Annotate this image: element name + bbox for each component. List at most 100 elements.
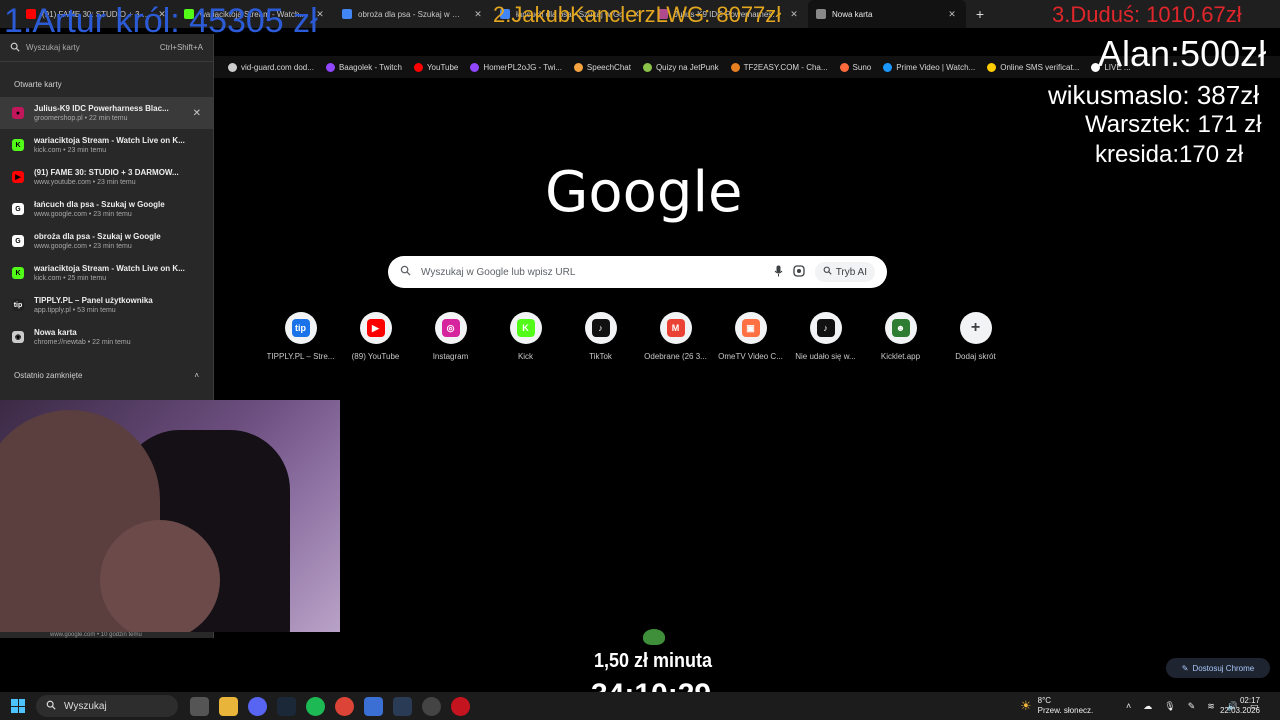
tab-search-item[interactable]: tip TIPPLY.PL – Panel użytkownika app.tipp… [0,289,213,321]
settings-icon[interactable] [422,696,441,716]
bookmark-favicon-icon [228,62,237,72]
tab-search-item[interactable]: ● Julius-K9 IDC Powerharness Blac... groom… [0,97,213,129]
pen-icon[interactable]: ✎ [1188,701,1196,712]
sun-icon: ☀ [1020,698,1032,713]
tab-search-item-title: Nowa karta [34,328,77,337]
shortcut-tile[interactable]: M Odebrane (26 3... [638,312,713,361]
bookmark[interactable]: HomerPL2oJG - Twi... [470,62,562,72]
tab-title: Nowa karta [832,9,873,19]
shortcut-tile[interactable]: + Dodaj skrót [938,312,1013,361]
google-lens-icon[interactable] [793,264,805,280]
tab-search-item-meta: groomershop.pl • 22 min temu [34,115,128,122]
shortcut-label: Dodaj skrót [955,352,996,361]
browser-tab[interactable]: obroża dla psa - Szukaj w Goog ✕ [334,0,492,28]
tab-search-item-text: Nowa karta chrome://newtab • 22 min temu [34,328,201,346]
file-explorer-icon[interactable] [219,696,238,716]
bookmark[interactable]: Baagolek - Twitch [325,62,402,72]
steam-icon[interactable] [277,696,296,716]
close-icon[interactable]: ✕ [946,9,958,20]
shortcut-tile[interactable]: ▣ OmeTV Video C... [713,312,788,361]
tab-search-item[interactable]: Głańcuch dla psa - Szukaj w Google www.go… [0,193,213,225]
bookmark-label: YouTube [426,62,459,72]
shortcut-tile[interactable]: ♪ Nie udało się w... [788,312,863,361]
tab-search-item[interactable]: Kwariaciktoja Stream - Watch Live on K..… [0,129,213,161]
shortcut-tile[interactable]: ◎ Instagram [413,312,488,361]
microphone-icon[interactable]: 🎙 [1164,701,1175,712]
customize-chrome-button[interactable]: ✎ Dostosuj Chrome [1166,658,1270,678]
frog-emote-icon [643,629,665,645]
wifi-icon[interactable]: ≋ [1207,701,1215,712]
bookmark[interactable]: TF2EASY.COM - Cha... [730,62,828,72]
chrome-icon[interactable] [335,696,354,716]
shortcut-icon: M [666,319,685,337]
shortcut-tile[interactable]: ▶ (89) YouTube [338,312,413,361]
shortcut-tile[interactable]: tip TIPPLY.PL – Stre... [263,312,338,361]
spotify-icon[interactable] [306,696,325,716]
webcam-feed [0,400,340,632]
tab-search-item[interactable]: ▶ (91) FAME 30: STUDIO + 3 DARMOW... www.y… [0,161,213,193]
bookmark[interactable]: Quizy na JetPunk [642,62,719,72]
pencil-icon: ✎ [1181,663,1189,673]
clock-time: 02:17 [1239,696,1260,705]
shortcut-icon: ▶ [366,319,385,337]
shortcut-icon: ▣ [741,319,760,337]
tab-search-item-title: (91) FAME 30: STUDIO + 3 DARMOW... [34,168,179,177]
browser-tab[interactable]: Nowa karta ✕ [808,0,966,28]
bookmark-favicon-icon [987,62,997,72]
microphone-icon[interactable] [774,265,783,280]
windows-logo-icon [11,699,25,713]
bookmark-favicon-icon [413,62,423,72]
close-icon[interactable]: ✕ [193,108,201,119]
clock[interactable]: 02:17 22.03.2026 [1220,696,1260,716]
taskbar-search-label: Wyszukaj [64,700,107,712]
tab-search-item[interactable]: Kwariaciktoja Stream - Watch Live on K..… [0,257,213,289]
bookmark[interactable]: Suno [839,62,871,72]
app-icon[interactable] [364,696,383,716]
chevron-up-icon[interactable]: ˄ [1126,701,1131,711]
close-icon[interactable]: ✕ [472,9,484,20]
close-icon[interactable]: ✕ [788,9,800,20]
google-search-box[interactable]: Wyszukaj w Google lub wpisz URL Tryb AI [388,256,887,288]
bookmark[interactable]: Online SMS verificat... [987,62,1080,72]
tab-search-placeholder[interactable]: Wyszukaj karty [26,43,80,52]
overlay-top-donor-1: 1.Artur król: 45305 zł [4,2,318,40]
opera-icon[interactable] [451,696,470,716]
recently-closed-heading[interactable]: Ostatnio zamknięte ˄ [0,353,213,388]
bookmark-favicon-icon [642,62,652,72]
search-placeholder[interactable]: Wyszukaj w Google lub wpisz URL [421,267,764,278]
weather-temp: 8°C [1037,696,1052,705]
tab-search-item-meta: kick.com • 23 min temu [34,147,107,154]
taskbar-search[interactable]: Wyszukaj [36,695,178,717]
chevron-up-icon[interactable]: ˄ [194,371,199,380]
bookmark-label: Quizy na JetPunk [655,62,719,72]
discord-icon[interactable] [248,696,267,716]
weather-widget[interactable]: ☀ 8°C Przew. słonecz. [1020,692,1093,720]
shortcut-icon-circle: M [659,312,692,344]
bookmark[interactable]: YouTube [413,62,459,72]
weather-desc: Przew. słonecz. [1037,706,1094,715]
tab-search-item[interactable]: ◉ Nowa karta chrome://newtab • 22 min temu [0,321,213,353]
tab-search-item-text: Julius-K9 IDC Powerharness Blac... groome… [34,104,183,122]
overlay-donation-1: Alan:500zł [1098,33,1267,74]
cloud-icon[interactable]: ☁ [1143,701,1152,712]
open-tabs-label: Otwarte karty [14,80,62,89]
bookmark-label: TF2EASY.COM - Cha... [743,62,828,72]
ai-mode-label: Tryb AI [835,266,867,278]
screen: (91) FAME 30: STUDIO + 3 DA... ✕ wariacikt… [0,0,1280,720]
tab-search-item-text: łańcuch dla psa - Szukaj w Google www.goo… [34,200,201,218]
bookmark-favicon-icon [883,62,893,72]
ai-mode-button[interactable]: Tryb AI [814,262,875,282]
shortcut-icon-circle: ▶ [359,312,392,344]
task-view-icon[interactable] [190,696,209,716]
start-button[interactable] [0,692,36,720]
shortcut-tile[interactable]: ☻ Kicklet.app [863,312,938,361]
bookmark-label: Online SMS verificat... [1000,62,1080,72]
bookmark[interactable]: vid-guard.com dod... [228,62,314,72]
tab-search-item[interactable]: Gobroża dla psa - Szukaj w Google www.goo… [0,225,213,257]
new-tab-button[interactable]: + [966,0,994,28]
bookmark[interactable]: SpeechChat [573,62,631,72]
shortcut-tile[interactable]: K Kick [488,312,563,361]
shortcut-tile[interactable]: ♪ TikTok [563,312,638,361]
bookmark[interactable]: Prime Video | Watch... [883,62,975,72]
steam-active-icon[interactable] [393,696,412,716]
